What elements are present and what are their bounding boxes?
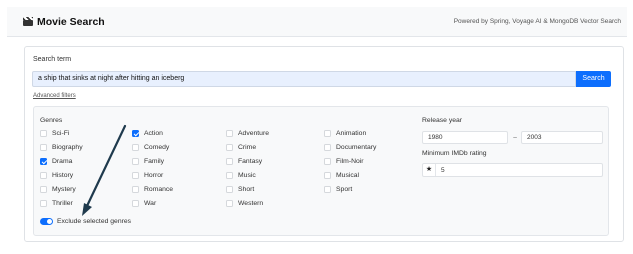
year-from-input[interactable]: 1980: [422, 131, 508, 144]
genre-label: Music: [238, 172, 256, 179]
checkbox-box[interactable]: [324, 130, 331, 137]
checkbox-box[interactable]: [324, 186, 331, 193]
checkbox-box[interactable]: [40, 144, 47, 151]
genre-label: Adventure: [238, 130, 269, 137]
year-separator: –: [513, 134, 517, 141]
advanced-filters-link[interactable]: Advanced filters: [33, 93, 76, 99]
checkbox-box[interactable]: [226, 158, 233, 165]
checkbox-box[interactable]: [132, 200, 139, 207]
genre-checkbox[interactable]: Horror: [132, 171, 163, 180]
genre-label: Short: [238, 186, 255, 193]
checkbox-box[interactable]: [226, 172, 233, 179]
genre-checkbox[interactable]: Romance: [132, 185, 173, 194]
genre-checkbox[interactable]: Fantasy: [226, 157, 262, 166]
genre-checkbox[interactable]: Thriller: [40, 199, 73, 208]
genre-checkbox[interactable]: War: [132, 199, 156, 208]
year-to-input[interactable]: 2003: [521, 131, 603, 144]
genre-checkbox[interactable]: Sci-Fi: [40, 129, 69, 138]
imdb-rating-input[interactable]: ★ 5: [422, 163, 603, 177]
checkbox-box[interactable]: [132, 186, 139, 193]
genre-checkbox[interactable]: Comedy: [132, 143, 169, 152]
genre-checkbox[interactable]: Family: [132, 157, 164, 166]
checkbox-box[interactable]: [226, 144, 233, 151]
imdb-rating-label: Minimum IMDb rating: [422, 150, 487, 157]
genre-checkbox[interactable]: Musical: [324, 171, 359, 180]
genres-title: Genres: [40, 117, 63, 124]
genre-checkbox[interactable]: Film-Noir: [324, 157, 364, 166]
genre-label: Romance: [144, 186, 174, 193]
genre-checkbox[interactable]: Adventure: [226, 129, 269, 138]
app-title: Movie Search: [37, 15, 105, 28]
release-year-label: Release year: [422, 117, 463, 124]
genre-label: Family: [144, 158, 165, 165]
brand[interactable]: Movie Search: [23, 16, 105, 28]
star-icon: ★: [423, 164, 436, 176]
search-term-label: Search term: [33, 56, 72, 63]
genre-label: Action: [144, 130, 163, 137]
genre-label: Animation: [336, 130, 367, 137]
search-input[interactable]: a ship that sinks at night after hitting…: [32, 71, 576, 87]
genre-label: Western: [238, 200, 264, 207]
genre-label: Crime: [238, 144, 257, 151]
genre-checkbox[interactable]: Action: [132, 129, 163, 138]
genre-label: History: [52, 172, 74, 179]
genre-checkbox[interactable]: Mystery: [40, 185, 76, 194]
advanced-filters-panel: Genres Sci-Fi Biography Drama History Myster…: [33, 106, 609, 236]
genre-label: Comedy: [144, 144, 170, 151]
genre-label: War: [144, 200, 157, 207]
genre-checkbox[interactable]: Western: [226, 199, 263, 208]
top-navbar: Movie Search Powered by Spring, Voyage A…: [7, 7, 627, 37]
genre-label: Mystery: [52, 186, 76, 193]
genre-checkbox[interactable]: Animation: [324, 129, 366, 138]
genre-checkbox[interactable]: Music: [226, 171, 256, 180]
search-card: Search term a ship that sinks at night a…: [24, 46, 624, 242]
checkbox-box[interactable]: [132, 144, 139, 151]
genre-checkbox[interactable]: Documentary: [324, 143, 376, 152]
genre-label: Biography: [52, 144, 83, 151]
genre-checkbox[interactable]: Biography: [40, 143, 83, 152]
checkbox-box[interactable]: [40, 158, 47, 165]
genre-label: Thriller: [52, 200, 73, 207]
checkbox-box[interactable]: [132, 130, 139, 137]
clapperboard-icon: [23, 17, 33, 26]
checkbox-box[interactable]: [40, 200, 47, 207]
genre-checkbox[interactable]: Drama: [40, 157, 72, 166]
checkbox-box[interactable]: [226, 200, 233, 207]
genre-label: Sci-Fi: [52, 130, 70, 137]
genre-label: Film-Noir: [336, 158, 364, 165]
checkbox-box[interactable]: [226, 186, 233, 193]
genre-checkbox[interactable]: Crime: [226, 143, 256, 152]
genre-label: Sport: [336, 186, 353, 193]
checkbox-box[interactable]: [132, 158, 139, 165]
checkbox-box[interactable]: [226, 130, 233, 137]
checkbox-box[interactable]: [40, 172, 47, 179]
imdb-rating-value: 5: [441, 166, 445, 174]
genre-checkbox[interactable]: History: [40, 171, 73, 180]
checkbox-box[interactable]: [324, 172, 331, 179]
search-button[interactable]: Search: [576, 71, 611, 87]
genre-label: Documentary: [336, 144, 377, 151]
checkbox-box[interactable]: [40, 186, 47, 193]
exclude-genres-toggle[interactable]: Exclude selected genres: [40, 218, 131, 225]
checkbox-box[interactable]: [132, 172, 139, 179]
toggle-switch[interactable]: [40, 218, 53, 225]
exclude-genres-label: Exclude selected genres: [57, 218, 132, 225]
checkbox-box[interactable]: [324, 144, 331, 151]
genre-checkbox[interactable]: Short: [226, 185, 254, 194]
checkbox-box[interactable]: [40, 130, 47, 137]
genre-label: Horror: [144, 172, 164, 179]
genre-checkbox[interactable]: Sport: [324, 185, 352, 194]
genre-label: Fantasy: [238, 158, 263, 165]
genre-label: Musical: [336, 172, 360, 179]
genre-label: Drama: [52, 158, 73, 165]
powered-by-text: Powered by Spring, Voyage AI & MongoDB V…: [453, 18, 621, 25]
checkbox-box[interactable]: [324, 158, 331, 165]
